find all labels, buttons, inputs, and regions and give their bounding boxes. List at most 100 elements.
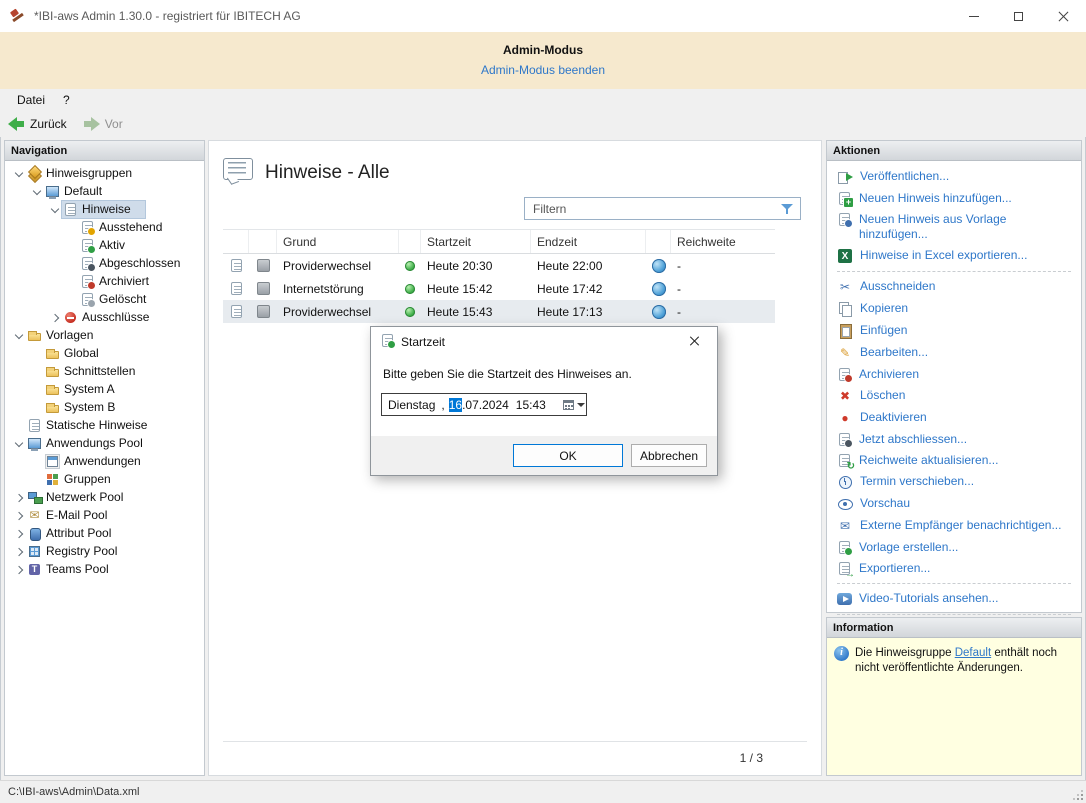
action-neuer-hinweis[interactable]: Neuen Hinweis hinzufügen...: [835, 188, 1073, 209]
column-status[interactable]: [399, 230, 421, 253]
default-group-link[interactable]: Default: [955, 647, 991, 659]
table-row[interactable]: Internetstörung Heute 15:42 Heute 17:42 …: [223, 277, 775, 300]
tree-item-teams-pool[interactable]: Teams Pool: [5, 560, 204, 578]
back-arrow-icon: [8, 117, 25, 131]
minimize-button[interactable]: [951, 0, 996, 32]
close-button[interactable]: [1041, 0, 1086, 32]
chevron-right-icon[interactable]: [13, 491, 26, 504]
action-vorlage-erstellen[interactable]: Vorlage erstellen...: [835, 537, 1073, 558]
app-icon: [10, 8, 26, 24]
chevron-down-icon[interactable]: [13, 329, 26, 342]
tree-item-geloescht[interactable]: Gelöscht: [5, 290, 204, 308]
resize-grip[interactable]: [1071, 788, 1083, 800]
chevron-right-icon[interactable]: [13, 545, 26, 558]
ok-button[interactable]: OK: [513, 444, 623, 467]
action-veroeffentlichen[interactable]: Veröffentlichen...: [835, 166, 1073, 188]
action-bearbeiten[interactable]: Bearbeiten...: [835, 342, 1073, 364]
chevron-down-icon[interactable]: [13, 437, 26, 450]
action-hinweis-aus-vorlage[interactable]: Neuen Hinweis aus Vorlage hinzufügen...: [835, 209, 1073, 245]
datetime-picker[interactable]: Dienstag , 16 .07.2024 15:43: [381, 393, 587, 416]
column-reichweite[interactable]: Reichweite: [671, 230, 775, 253]
hinweise-icon: [223, 158, 253, 185]
action-termin-verschieben[interactable]: Termin verschieben...: [835, 471, 1073, 493]
action-einfuegen[interactable]: Einfügen: [835, 320, 1073, 342]
action-kopieren[interactable]: Kopieren: [835, 298, 1073, 320]
tree-item-email-pool[interactable]: E-Mail Pool: [5, 506, 204, 524]
display-icon: [257, 282, 270, 295]
column-scope[interactable]: [646, 230, 671, 253]
tree-item-system-a[interactable]: System A: [5, 380, 204, 398]
action-excel-export[interactable]: Hinweise in Excel exportieren...: [835, 245, 1073, 267]
tree-item-hinweise[interactable]: Hinweise: [5, 200, 204, 218]
filter-box: [524, 197, 801, 220]
tree-label: Registry Pool: [46, 544, 117, 558]
action-archivieren[interactable]: Archivieren: [835, 364, 1073, 385]
filter-input[interactable]: [525, 202, 779, 216]
action-loeschen[interactable]: Löschen: [835, 385, 1073, 407]
column-grund[interactable]: Grund: [277, 230, 399, 253]
tree-item-registry-pool[interactable]: Registry Pool: [5, 542, 204, 560]
maximize-button[interactable]: [996, 0, 1041, 32]
column-endzeit[interactable]: Endzeit: [531, 230, 646, 253]
menu-help[interactable]: ?: [54, 91, 79, 109]
forward-button[interactable]: Vor: [83, 117, 123, 131]
tree-item-ausstehend[interactable]: Ausstehend: [5, 218, 204, 236]
chevron-right-icon[interactable]: [13, 509, 26, 522]
tree-item-archiviert[interactable]: Archiviert: [5, 272, 204, 290]
dialog-footer: OK Abbrechen: [371, 436, 717, 475]
tree-item-hinweisgruppen[interactable]: Hinweisgruppen: [5, 164, 204, 182]
mail-icon: [27, 508, 42, 523]
action-reichweite-aktualisieren[interactable]: Reichweite aktualisieren...: [835, 450, 1073, 471]
minimize-icon: [969, 16, 979, 17]
chevron-down-icon[interactable]: [31, 185, 44, 198]
tree-item-attribut-pool[interactable]: Attribut Pool: [5, 524, 204, 542]
chevron-right-icon[interactable]: [13, 527, 26, 540]
tree-item-anwendungen[interactable]: Anwendungen: [5, 452, 204, 470]
dialog-close-button[interactable]: [672, 328, 716, 354]
tree-item-schnittstellen[interactable]: Schnittstellen: [5, 362, 204, 380]
menu-datei[interactable]: Datei: [8, 91, 54, 109]
table-header: Grund Startzeit Endzeit Reichweite: [223, 229, 775, 254]
chevron-down-icon[interactable]: [49, 203, 62, 216]
no-entry-icon: [63, 310, 78, 325]
tree-item-system-b[interactable]: System B: [5, 398, 204, 416]
cubes-icon: [45, 472, 60, 487]
copy-icon: [837, 301, 853, 317]
action-deaktivieren[interactable]: Deaktivieren: [835, 407, 1073, 429]
chevron-right-icon[interactable]: [13, 563, 26, 576]
back-button[interactable]: Zurück: [8, 117, 67, 131]
tree-item-vorlagen[interactable]: Vorlagen: [5, 326, 204, 344]
column-display[interactable]: [249, 230, 277, 253]
action-jetzt-abschliessen[interactable]: Jetzt abschliessen...: [835, 429, 1073, 450]
action-externe-empfaenger[interactable]: Externe Empfänger benachrichtigen...: [835, 515, 1073, 537]
cancel-button[interactable]: Abbrechen: [631, 444, 707, 467]
action-ausschneiden[interactable]: Ausschneiden: [835, 276, 1073, 298]
chevron-down-icon[interactable]: [13, 167, 26, 180]
folder-icon: [45, 364, 60, 379]
tree-item-global[interactable]: Global: [5, 344, 204, 362]
table-row-selected[interactable]: Providerwechsel Heute 15:43 Heute 17:13 …: [223, 300, 775, 323]
dialog-message: Bitte geben Sie die Startzeit des Hinwei…: [383, 367, 632, 381]
action-video-tutorials[interactable]: Video-Tutorials ansehen...: [835, 588, 1073, 610]
statusbar-path: C:\IBI-aws\Admin\Data.xml: [8, 786, 139, 798]
admin-mode-exit-link[interactable]: Admin-Modus beenden: [481, 63, 605, 77]
filter-funnel-icon[interactable]: [779, 201, 795, 217]
column-icon[interactable]: [223, 230, 249, 253]
column-startzeit[interactable]: Startzeit: [421, 230, 531, 253]
tree-item-abgeschlossen[interactable]: Abgeschlossen: [5, 254, 204, 272]
tree-item-aktiv[interactable]: Aktiv: [5, 236, 204, 254]
table-row[interactable]: Providerwechsel Heute 20:30 Heute 22:00 …: [223, 254, 775, 277]
tree-item-gruppen[interactable]: Gruppen: [5, 470, 204, 488]
tree-item-default[interactable]: Default: [5, 182, 204, 200]
action-vorschau[interactable]: Vorschau: [835, 493, 1073, 515]
calendar-dropdown-button[interactable]: [562, 394, 586, 415]
status-active-icon: [405, 307, 415, 317]
action-exportieren[interactable]: Exportieren...: [835, 558, 1073, 579]
tree-item-statische-hinweise[interactable]: Statische Hinweise: [5, 416, 204, 434]
tree-item-anwendungs-pool[interactable]: Anwendungs Pool: [5, 434, 204, 452]
monitor-icon: [27, 436, 42, 451]
chevron-right-icon[interactable]: [49, 311, 62, 324]
tree-label: Abgeschlossen: [99, 256, 180, 270]
tree-item-netzwerk-pool[interactable]: Netzwerk Pool: [5, 488, 204, 506]
tree-item-ausschluesse[interactable]: Ausschlüsse: [5, 308, 204, 326]
